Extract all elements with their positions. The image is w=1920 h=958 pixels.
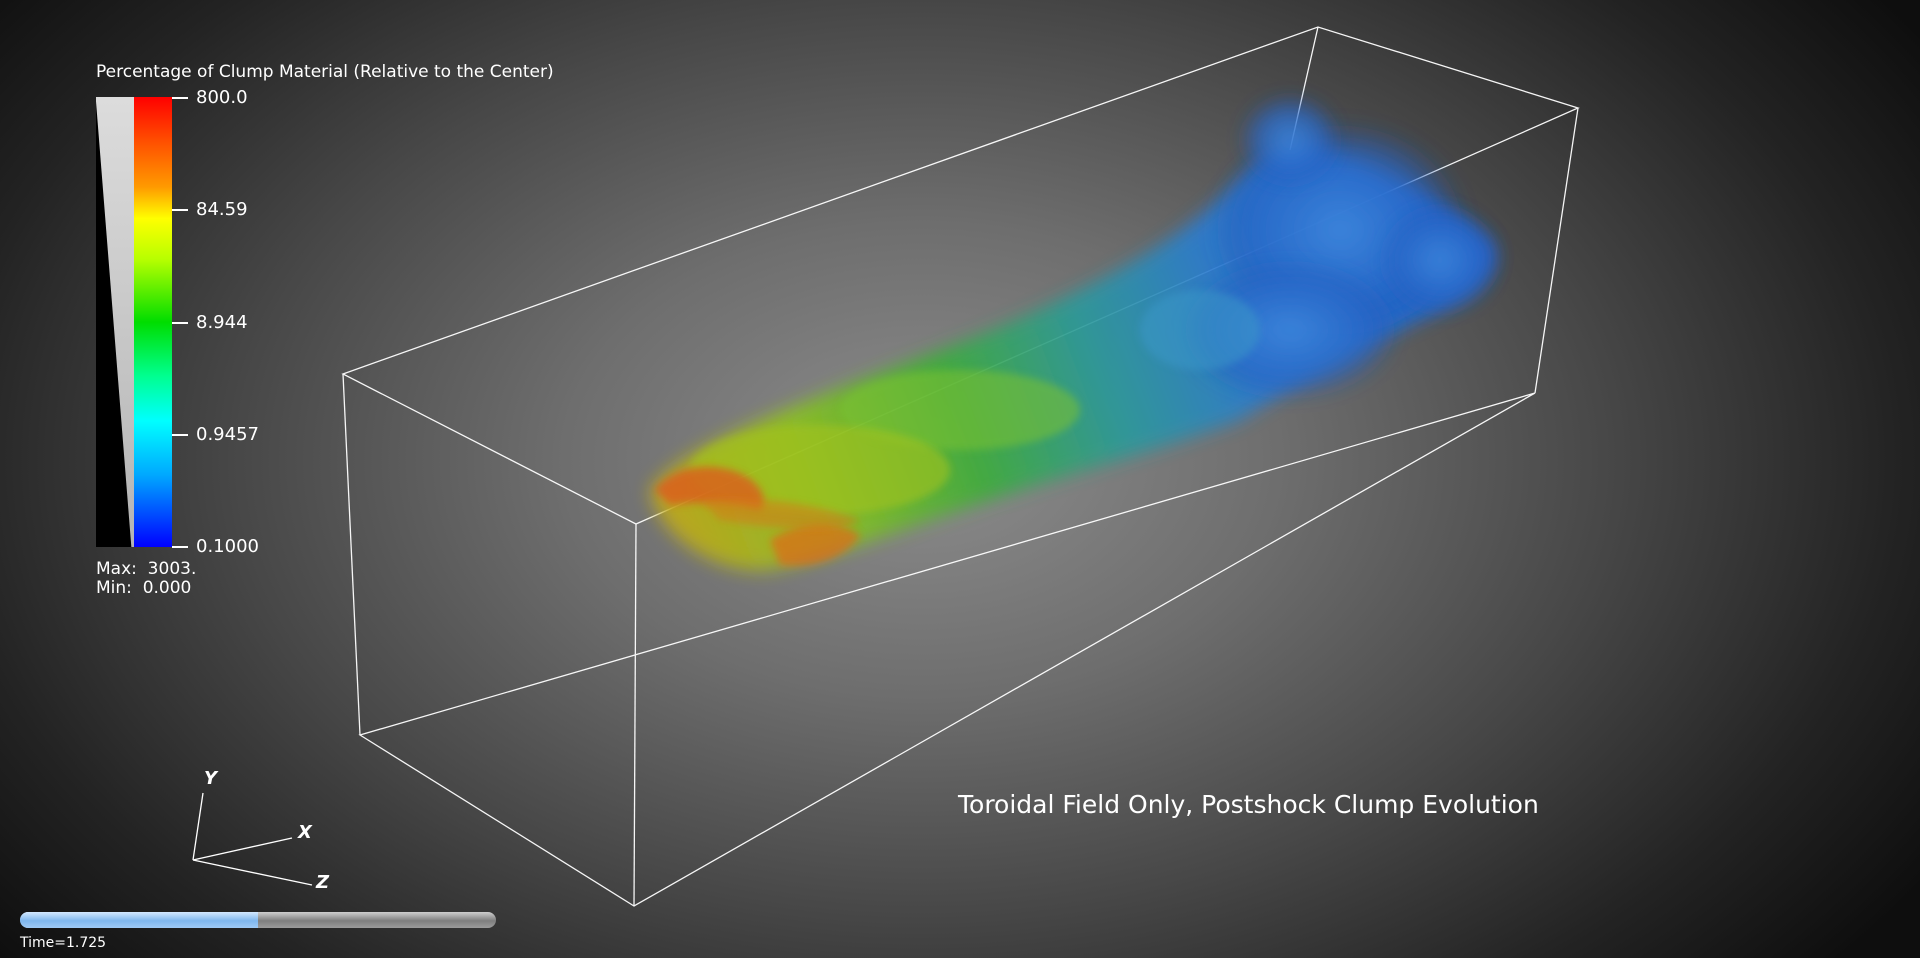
orientation-axes — [192, 792, 313, 886]
colorbar-tick — [172, 209, 188, 211]
range-readout: Max: 3003. Min: 0.000 — [96, 560, 196, 598]
colorbar-tick — [172, 97, 188, 99]
colorbar-tick-label: 84.59 — [196, 199, 248, 220]
time-slider[interactable] — [20, 912, 496, 928]
colorbar-tick-label: 800.0 — [196, 87, 248, 108]
max-value: Max: 3003. — [96, 559, 197, 579]
colorbar-tick-label: 0.1000 — [196, 536, 259, 557]
colorbar-tick-label: 0.9457 — [196, 424, 259, 445]
colorbar-tick — [172, 546, 188, 548]
axis-label-y: Y — [204, 768, 219, 789]
colorbar-tick — [172, 322, 188, 324]
axis-label-z: Z — [315, 872, 330, 893]
colorbar-title: Percentage of Clump Material (Relative t… — [96, 62, 554, 82]
opacity-ramp-bar — [96, 97, 134, 547]
min-value: Min: 0.000 — [96, 578, 192, 598]
time-label: Time=1.725 — [20, 935, 107, 951]
colorbar-tick-label: 8.944 — [196, 312, 248, 333]
clump-plume — [650, 95, 1500, 571]
time-slider-fill — [20, 912, 258, 928]
figure-caption: Toroidal Field Only, Postshock Clump Evo… — [958, 790, 1539, 819]
axis-label-x: X — [297, 822, 313, 843]
colorbar-tick — [172, 434, 188, 436]
colorbar-gradient — [134, 97, 172, 547]
